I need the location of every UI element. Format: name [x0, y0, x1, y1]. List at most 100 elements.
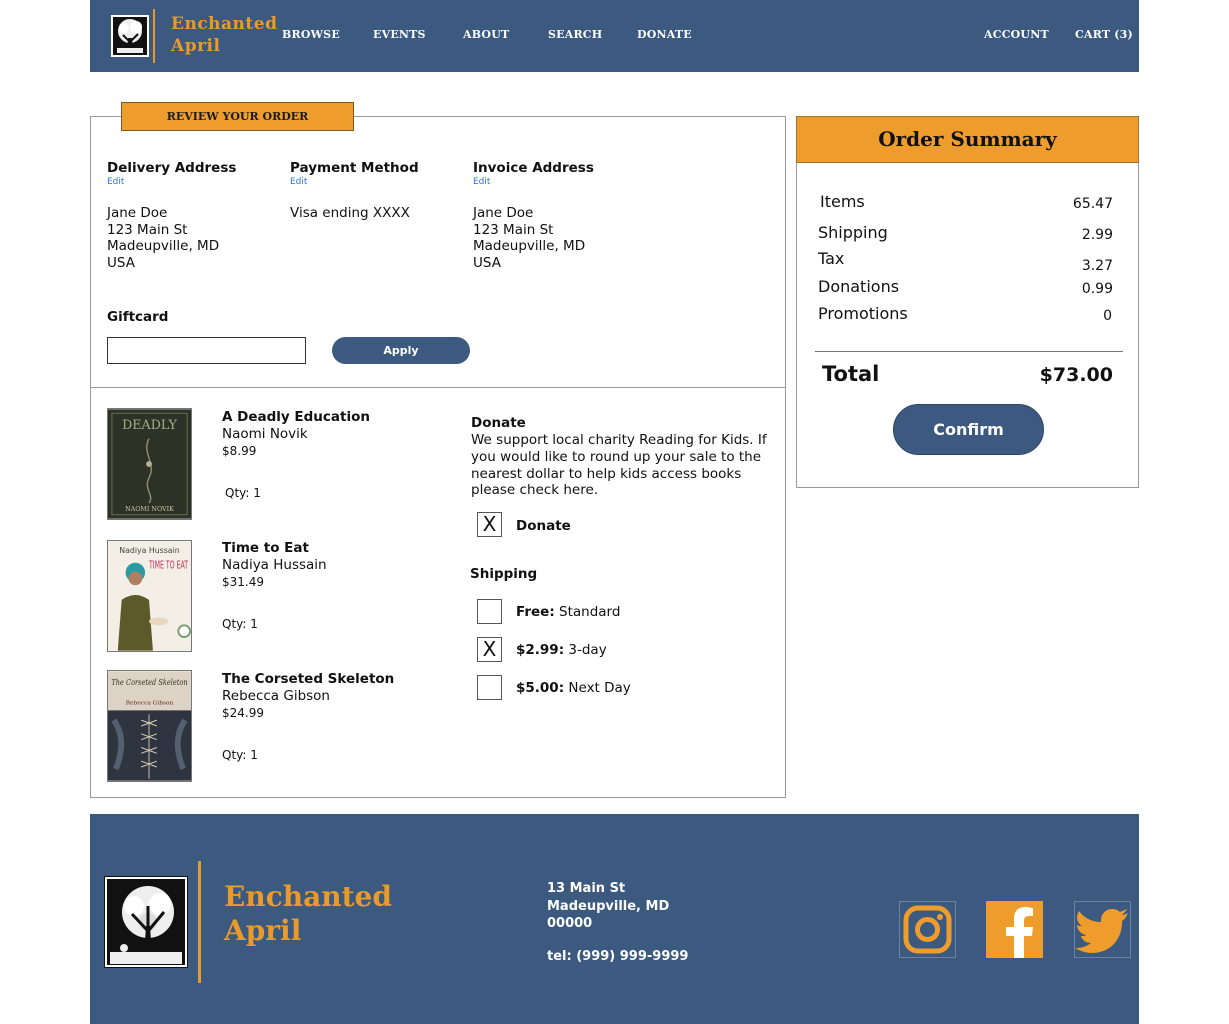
- tree-logo-icon[interactable]: [104, 876, 188, 968]
- summary-value-tax: 3.27: [1081, 258, 1113, 274]
- cover-author: Rebecca Gibson: [126, 701, 174, 707]
- shipping-price: $5.00:: [516, 680, 565, 696]
- facebook-icon[interactable]: [986, 901, 1043, 958]
- summary-value-donations: 0.99: [1081, 281, 1113, 297]
- address-line: 123 Main St: [473, 221, 554, 238]
- cover-author: Nadiya Hussain: [119, 546, 179, 555]
- nav-about[interactable]: ABOUT: [463, 28, 509, 41]
- book-price: $8.99: [222, 444, 257, 458]
- brand-line-1: Enchanted: [224, 880, 392, 913]
- shipping-desc: Standard: [554, 604, 621, 620]
- giftcard-label: Giftcard: [107, 309, 169, 325]
- footer-address-line: Madeupville, MD: [547, 898, 670, 914]
- shipping-price: Free:: [516, 604, 555, 620]
- shipping-free-checkbox[interactable]: [477, 599, 502, 624]
- shipping-desc: Next Day: [564, 680, 631, 696]
- twitter-icon[interactable]: [1074, 901, 1131, 958]
- footer-divider: [198, 861, 201, 983]
- address-line: Madeupville, MD: [107, 238, 220, 254]
- brand-line-2: April: [224, 914, 302, 947]
- shipping-nextday-checkbox[interactable]: [477, 675, 502, 700]
- book-qty[interactable]: Qty: 1: [222, 748, 258, 762]
- book-title[interactable]: The Corseted Skeleton: [222, 671, 394, 687]
- footer-address: 13 Main St Madeupville, MD 00000: [547, 880, 669, 933]
- nav-account[interactable]: ACCOUNT: [984, 28, 1049, 41]
- payment-method-heading: Payment Method: [290, 160, 419, 176]
- total-value: $73.00: [1039, 364, 1113, 386]
- book-cover-corseted-skeleton[interactable]: The Corseted Skeleton Rebecca Gibson: [107, 670, 192, 782]
- address-line: USA: [107, 254, 135, 271]
- order-summary-title: Order Summary: [796, 116, 1139, 163]
- shipping-3day-checkbox[interactable]: X: [477, 637, 502, 662]
- nav-cart[interactable]: CART (3): [1075, 28, 1133, 41]
- footer-address-line: 00000: [547, 916, 593, 931]
- delivery-address-heading: Delivery Address: [107, 160, 237, 176]
- brand-name[interactable]: Enchanted April: [171, 13, 277, 57]
- book-cover-deadly-education[interactable]: DEADLY NAOMI NOVIK: [107, 408, 192, 520]
- delivery-edit-link[interactable]: Edit: [107, 177, 124, 187]
- donate-checkbox-label: Donate: [516, 518, 571, 534]
- invoice-address-heading: Invoice Address: [473, 160, 594, 176]
- cover-title: The Corseted Skeleton: [111, 678, 187, 688]
- nav-donate[interactable]: DONATE: [637, 28, 692, 41]
- address-line: USA: [473, 254, 501, 271]
- summary-value-shipping: 2.99: [1081, 227, 1113, 243]
- address-line: Jane Doe: [473, 205, 534, 221]
- footer-address-line: 13 Main St: [547, 881, 626, 896]
- header-divider: [153, 9, 155, 63]
- tree-logo-icon[interactable]: [111, 15, 149, 57]
- book-author: Rebecca Gibson: [222, 688, 330, 704]
- review-divider: [90, 387, 786, 388]
- shipping-nextday-label: $5.00: Next Day: [516, 680, 631, 696]
- nav-events[interactable]: EVENTS: [373, 28, 426, 41]
- donate-description: We support local charity Reading for Kid…: [471, 432, 767, 499]
- giftcard-input[interactable]: [107, 337, 306, 364]
- donate-checkbox[interactable]: X: [477, 512, 502, 537]
- book-author: Nadiya Hussain: [222, 557, 327, 573]
- cover-author: NAOMI NOVIK: [125, 506, 174, 513]
- instagram-icon[interactable]: [899, 901, 956, 958]
- book-title[interactable]: A Deadly Education: [222, 409, 370, 425]
- nav-browse[interactable]: BROWSE: [282, 28, 340, 41]
- brand-line-1: Enchanted: [171, 14, 278, 34]
- summary-value-promotions: 0: [1103, 308, 1112, 324]
- site-header: Enchanted April BROWSE EVENTS ABOUT SEAR…: [90, 0, 1139, 72]
- payment-method: Visa ending XXXX: [290, 205, 410, 222]
- book-qty[interactable]: Qty: 1: [222, 617, 258, 631]
- summary-label-items: Items: [820, 192, 865, 211]
- nav-search[interactable]: SEARCH: [548, 28, 602, 41]
- book-qty[interactable]: Qty: 1: [225, 486, 261, 500]
- shipping-heading: Shipping: [470, 566, 538, 582]
- shipping-3day-label: $2.99: 3-day: [516, 642, 607, 658]
- payment-line: Visa ending XXXX: [290, 205, 410, 221]
- summary-divider: [815, 351, 1123, 352]
- donate-heading: Donate: [471, 415, 526, 431]
- book-price: $31.49: [222, 575, 264, 589]
- address-line: Jane Doe: [107, 205, 168, 221]
- footer-phone[interactable]: tel: (999) 999-9999: [547, 949, 688, 964]
- review-order-tab: REVIEW YOUR ORDER: [121, 102, 354, 131]
- address-line: Madeupville, MD: [473, 238, 586, 254]
- shipping-free-label: Free: Standard: [516, 604, 620, 620]
- cover-title: DEADLY: [122, 417, 177, 432]
- address-line: 123 Main St: [107, 221, 188, 238]
- summary-label-shipping: Shipping: [818, 223, 888, 242]
- summary-label-tax: Tax: [818, 249, 845, 268]
- summary-label-donations: Donations: [818, 277, 900, 296]
- brand-line-2: April: [171, 36, 221, 56]
- delivery-address: Jane Doe 123 Main St Madeupville, MD USA: [107, 205, 219, 271]
- book-author: Naomi Novik: [222, 426, 308, 442]
- book-title[interactable]: Time to Eat: [222, 540, 309, 556]
- total-label: Total: [822, 362, 880, 386]
- invoice-address: Jane Doe 123 Main St Madeupville, MD USA: [473, 205, 585, 271]
- footer-brand-name[interactable]: Enchanted April: [224, 880, 392, 948]
- shipping-desc: 3-day: [564, 642, 607, 658]
- cover-title: TIME TO EAT: [148, 559, 188, 572]
- book-cover-time-to-eat[interactable]: Nadiya Hussain TIME TO EAT: [107, 540, 192, 652]
- apply-giftcard-button[interactable]: Apply: [332, 337, 470, 364]
- book-price: $24.99: [222, 706, 264, 720]
- shipping-price: $2.99:: [516, 642, 565, 658]
- payment-edit-link[interactable]: Edit: [290, 177, 307, 187]
- invoice-edit-link[interactable]: Edit: [473, 177, 490, 187]
- confirm-button[interactable]: Confirm: [893, 404, 1044, 455]
